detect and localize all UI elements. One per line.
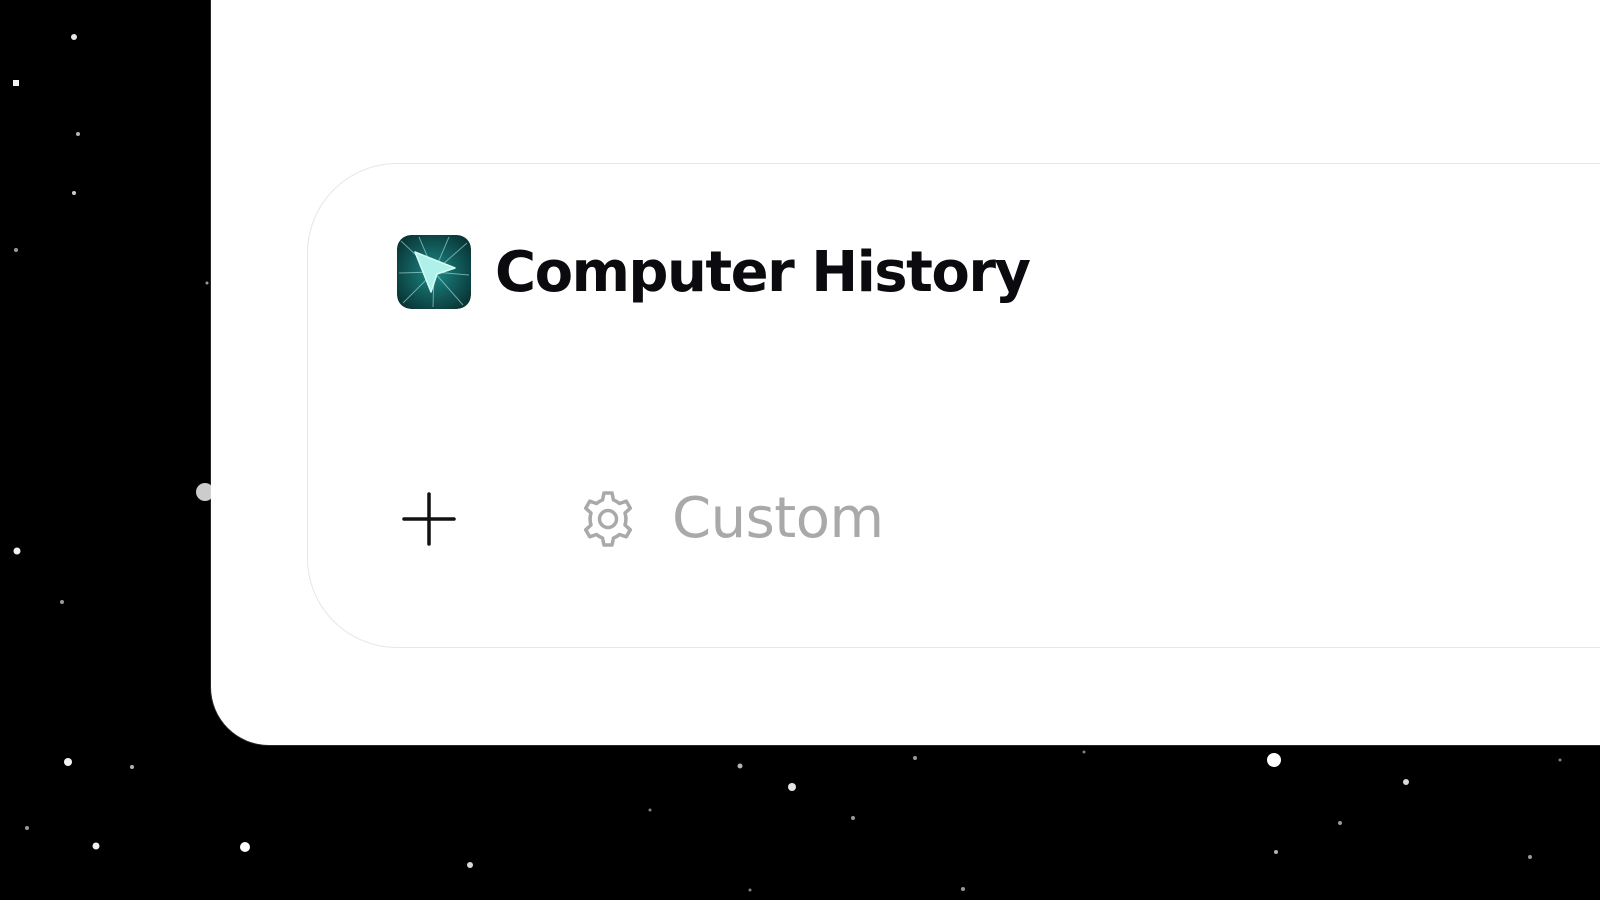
app-title: Computer History: [495, 239, 1031, 305]
add-button[interactable]: [400, 490, 458, 548]
app-header: Computer History: [397, 235, 1031, 309]
plus-icon: [402, 492, 456, 546]
custom-label: Custom: [672, 486, 884, 551]
gear-icon: [583, 490, 633, 547]
custom-button[interactable]: Custom: [578, 486, 884, 551]
desktop-background: Computer History Custom: [0, 0, 1600, 900]
history-card: Computer History Custom: [307, 163, 1600, 648]
app-window: Computer History Custom: [211, 0, 1600, 745]
cursor-arrow-icon[interactable]: [397, 235, 471, 309]
